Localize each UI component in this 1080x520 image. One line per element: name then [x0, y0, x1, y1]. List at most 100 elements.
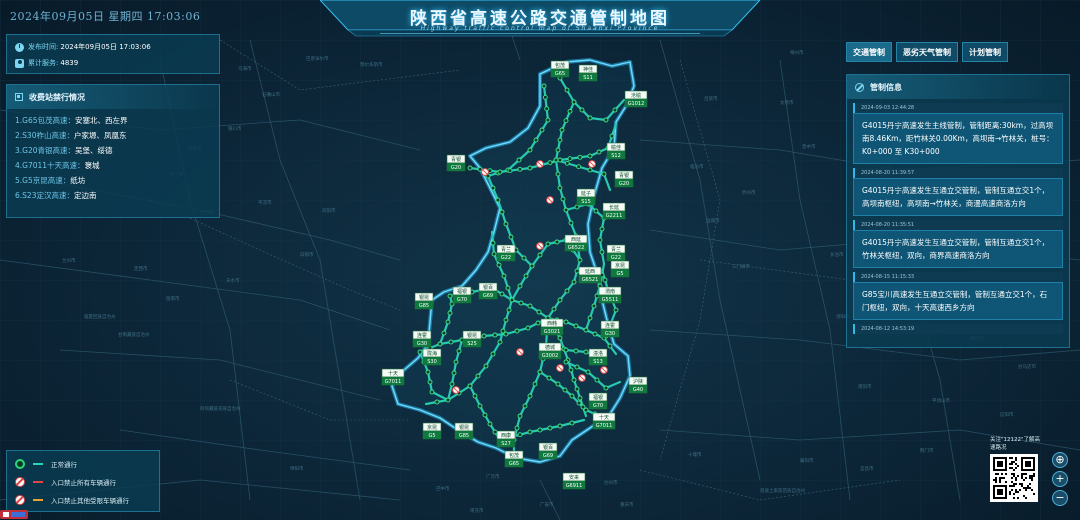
toll-station-node[interactable] — [569, 393, 575, 399]
no-entry-icon[interactable] — [481, 168, 489, 176]
toll-station-node[interactable] — [599, 226, 605, 232]
toll-station-node[interactable] — [587, 167, 593, 173]
highway-marker[interactable]: 银昆 G85 — [454, 422, 474, 440]
toll-station-node[interactable] — [564, 288, 570, 294]
toll-station-node[interactable] — [496, 262, 502, 268]
toll-station-node[interactable] — [533, 137, 539, 143]
toll-station-node[interactable] — [583, 407, 589, 413]
highway-marker[interactable]: 渭南 G5511 — [598, 286, 622, 304]
highway-marker[interactable]: 十天 G7011 — [592, 412, 616, 430]
control-info-item[interactable]: 2024-09-03 12:44:28 G4015丹宁高速发生主线管制，管制距离:… — [853, 103, 1063, 164]
toll-station-node[interactable] — [597, 237, 603, 243]
toll-station-node[interactable] — [568, 220, 574, 226]
toll-station-node[interactable] — [527, 429, 533, 435]
toll-station-node[interactable] — [472, 393, 478, 399]
toll-station-node[interactable] — [508, 234, 514, 240]
highway-marker[interactable]: 银百 G69 — [538, 442, 558, 460]
toll-station-node[interactable] — [583, 327, 589, 333]
toll-station-node[interactable] — [613, 307, 619, 313]
toll-station-node[interactable] — [594, 293, 600, 299]
toll-station-node[interactable] — [596, 149, 602, 155]
toll-station-node[interactable] — [447, 293, 453, 299]
zoom-in-button[interactable]: + — [1052, 471, 1068, 487]
highway-marker[interactable]: 青兰 G22 — [606, 244, 626, 262]
highway-marker[interactable]: 青银 G20 — [614, 170, 634, 188]
control-info-panel[interactable]: 管制信息 2024-09-03 12:44:28 G4015丹宁高速发生主线管制，… — [846, 74, 1070, 348]
toll-station-node[interactable] — [563, 118, 569, 124]
no-entry-icon[interactable] — [588, 160, 596, 168]
toll-station-node[interactable] — [499, 291, 505, 297]
highway-marker[interactable]: 包茂 G65 — [550, 60, 570, 78]
toll-station-node[interactable] — [445, 397, 451, 403]
toll-station-node[interactable] — [503, 221, 509, 227]
toll-station-node[interactable] — [564, 87, 570, 93]
toll-station-node[interactable] — [447, 310, 453, 316]
no-entry-icon[interactable] — [452, 386, 460, 394]
toll-station-node[interactable] — [537, 427, 543, 433]
control-info-item[interactable]: 2024-08-15 11:15:33 G85宝川高速发生互通立交管制，管制互通立… — [853, 272, 1063, 320]
toll-station-node[interactable] — [587, 153, 593, 159]
toll-station-node[interactable] — [539, 127, 545, 133]
toll-station-node[interactable] — [603, 385, 609, 391]
toll-station-node[interactable] — [453, 359, 459, 365]
control-info-item[interactable]: 2024-08-20 11:35:51 G4015丹宁高速发生互通立交管制，管制互… — [853, 220, 1063, 268]
toll-station-node[interactable] — [535, 320, 541, 326]
toll-station-node[interactable] — [571, 99, 577, 105]
toll-station-node[interactable] — [557, 185, 563, 191]
toll-station-node[interactable] — [557, 137, 563, 143]
toll-station-node[interactable] — [509, 297, 515, 303]
toll-station-node[interactable] — [553, 157, 559, 163]
toll-station-node[interactable] — [501, 273, 507, 279]
toll-station-node[interactable] — [521, 255, 527, 261]
toll-station-node[interactable] — [492, 429, 498, 435]
toll-station-node[interactable] — [437, 341, 443, 347]
toll-station-node[interactable] — [601, 171, 607, 177]
toll-station-node[interactable] — [574, 204, 580, 210]
toll-station-node[interactable] — [491, 251, 497, 257]
toll-station-node[interactable] — [517, 166, 523, 172]
toll-station-node[interactable] — [523, 273, 529, 279]
toll-station-node[interactable] — [532, 381, 538, 387]
toll-station-node[interactable] — [545, 117, 551, 123]
toll-station-node[interactable] — [577, 395, 583, 401]
toll-station-node[interactable] — [564, 160, 570, 166]
toll-station-node[interactable] — [577, 154, 583, 160]
toll-station-node[interactable] — [434, 399, 440, 405]
highway-marker[interactable]: 长延 G2211 — [602, 202, 626, 220]
toll-station-node[interactable] — [567, 108, 573, 114]
toll-station-node[interactable] — [482, 412, 488, 418]
toll-station-node[interactable] — [545, 241, 551, 247]
highway-marker[interactable]: 延子 S15 — [576, 188, 596, 206]
highway-marker[interactable]: 西康 S27 — [496, 430, 516, 448]
toll-station-node[interactable] — [594, 377, 600, 383]
toll-station-node[interactable] — [445, 319, 451, 325]
highway-marker[interactable]: 银昆 S25 — [462, 330, 482, 348]
zoom-out-button[interactable]: − — [1052, 490, 1068, 506]
toll-station-node[interactable] — [481, 333, 487, 339]
toll-station-node[interactable] — [569, 420, 575, 426]
toll-station-node[interactable] — [514, 328, 520, 334]
toll-station-node[interactable] — [456, 348, 462, 354]
toll-station-node[interactable] — [448, 339, 454, 345]
highway-marker[interactable]: 沧榆 G1012 — [624, 90, 648, 108]
toll-station-node[interactable] — [599, 249, 605, 255]
toll-station-node[interactable] — [555, 381, 561, 387]
toll-station-node[interactable] — [573, 323, 579, 329]
toll-station-node[interactable] — [576, 400, 582, 406]
toll-station-node[interactable] — [587, 315, 593, 321]
highway-marker[interactable]: 西韩 G3021 — [540, 318, 564, 336]
tab-1[interactable]: 恶劣天气管制 — [896, 42, 958, 62]
toll-station-node[interactable] — [427, 379, 433, 385]
highway-marker[interactable]: 银百 G69 — [478, 282, 498, 300]
toll-station-node[interactable] — [563, 207, 569, 213]
highway-marker[interactable]: 延西 G6521 — [578, 266, 602, 284]
toll-station-node[interactable] — [522, 403, 528, 409]
toll-station-node[interactable] — [577, 257, 583, 263]
toll-station-node[interactable] — [449, 381, 455, 387]
highway-marker[interactable]: 潼洛 S13 — [588, 348, 608, 366]
toll-station-node[interactable] — [537, 369, 543, 375]
toll-station-node[interactable] — [490, 185, 496, 191]
toll-station-node[interactable] — [487, 421, 493, 427]
highway-marker[interactable]: 沪陕 G40 — [628, 376, 648, 394]
toll-station-node[interactable] — [585, 369, 591, 375]
